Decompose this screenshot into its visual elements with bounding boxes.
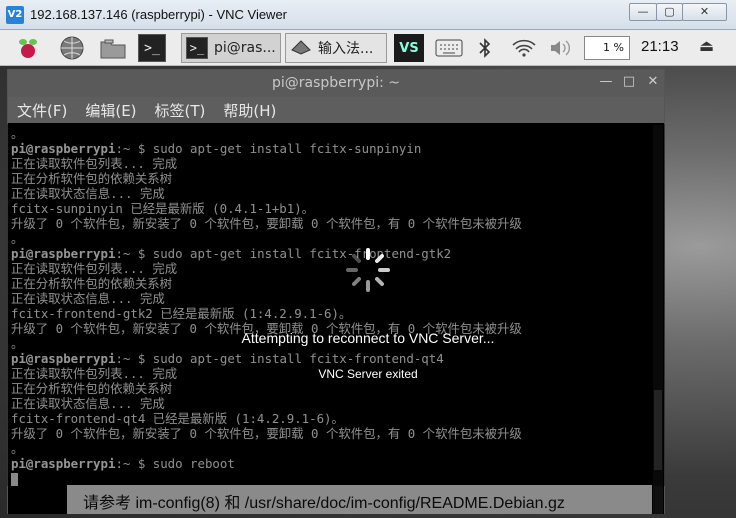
- file-manager-icon[interactable]: [99, 34, 127, 62]
- bluetooth-icon[interactable]: [473, 34, 497, 62]
- vnc-viewer-titlebar: V2 192.168.137.146 (raspberrypi) - VNC V…: [0, 0, 736, 30]
- maximize-button[interactable]: ▢: [656, 3, 683, 21]
- window-title: 192.168.137.146 (raspberrypi) - VNC View…: [30, 7, 288, 22]
- raspberry-menu-icon[interactable]: [14, 34, 42, 62]
- vnc-server-tray-icon[interactable]: VS: [394, 34, 424, 62]
- terminal-menubar: 文件(F) 编辑(E) 标签(T) 帮助(H): [8, 97, 664, 123]
- terminal-minimize-button[interactable]: —: [597, 74, 615, 89]
- wifi-icon[interactable]: [508, 34, 540, 62]
- task-label: pi@ras...: [214, 40, 276, 56]
- terminal-icon: >_: [186, 37, 208, 59]
- loading-spinner-icon: [346, 248, 390, 292]
- task-button-input-method[interactable]: 输入法...: [285, 33, 387, 63]
- notice-strip: 请参考 im-config(8) 和 /usr/share/doc/im-con…: [67, 485, 652, 514]
- minimize-button[interactable]: —: [629, 3, 657, 21]
- input-method-icon: [290, 36, 312, 60]
- menu-file[interactable]: 文件(F): [17, 100, 67, 121]
- volume-icon[interactable]: [546, 34, 576, 62]
- raspberry-pi-taskbar: >_ >_ pi@ras... 输入法... VS 1 % 21:13 ⏏: [0, 30, 736, 66]
- terminal-launcher-icon[interactable]: >_: [138, 34, 166, 62]
- eject-icon[interactable]: ⏏: [699, 36, 714, 55]
- cpu-usage-monitor[interactable]: 1 %: [584, 36, 630, 60]
- clock[interactable]: 21:13: [641, 38, 679, 55]
- reconnect-message: Attempting to reconnect to VNC Server...: [241, 330, 495, 346]
- terminal-maximize-button[interactable]: □: [620, 74, 638, 89]
- web-browser-icon[interactable]: [58, 34, 86, 62]
- menu-edit[interactable]: 编辑(E): [85, 100, 136, 121]
- reconnect-overlay: [7, 124, 665, 486]
- menu-help[interactable]: 帮助(H): [223, 100, 276, 121]
- server-exited-message: VNC Server exited: [318, 367, 418, 381]
- close-button[interactable]: ✕: [682, 3, 727, 21]
- task-label: 输入法...: [318, 41, 374, 57]
- vnc-viewer-logo-icon: V2: [6, 6, 24, 24]
- notice-text: 请参考 im-config(8) 和 /usr/share/doc/im-con…: [83, 495, 565, 512]
- task-button-terminal[interactable]: >_ pi@ras...: [181, 33, 281, 63]
- keyboard-icon[interactable]: [432, 34, 466, 62]
- menu-tabs[interactable]: 标签(T): [155, 100, 206, 121]
- terminal-titlebar: pi@raspberrypi: ~ — □ ✕: [8, 70, 664, 97]
- terminal-close-button[interactable]: ✕: [644, 74, 662, 89]
- terminal-title: pi@raspberrypi: ~: [271, 75, 401, 91]
